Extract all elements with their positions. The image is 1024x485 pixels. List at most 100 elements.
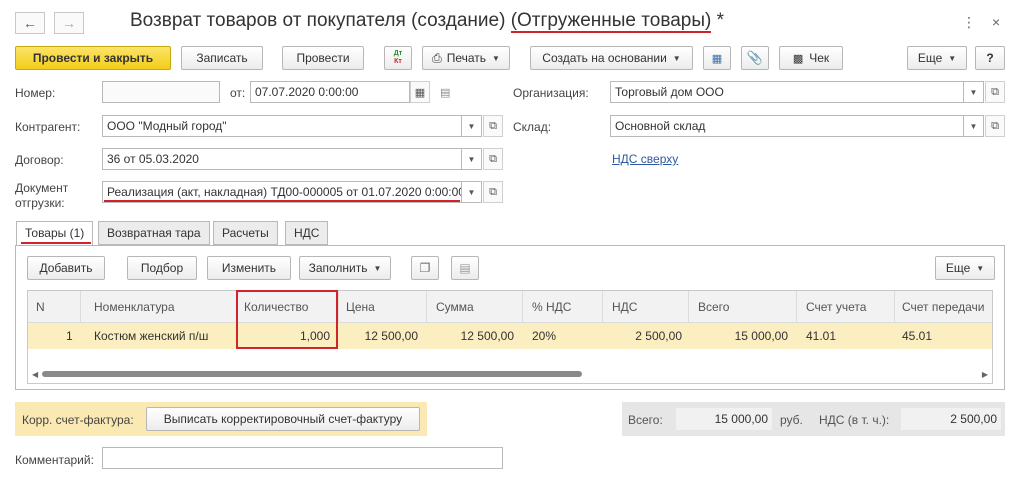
change-button[interactable]: Изменить [207, 256, 291, 280]
chevron-down-icon: ▼ [976, 263, 985, 273]
structure-button[interactable]: ▦ [703, 46, 731, 70]
tab-vat[interactable]: НДС [285, 221, 329, 245]
horizontal-scrollbar[interactable] [42, 371, 582, 377]
cell-sum[interactable]: 12 500,00 [436, 329, 514, 343]
copy-row-button[interactable]: ❐ [411, 256, 439, 280]
hierarchy-icon: ▦ [711, 52, 723, 65]
date-label: от: [230, 86, 246, 100]
number-label: Номер: [15, 86, 56, 100]
save-button[interactable]: Записать [181, 46, 263, 70]
more-button[interactable]: Еще ▼ [907, 46, 967, 70]
currency-label: руб. [780, 413, 803, 427]
tab-goods-underline [21, 242, 91, 244]
cell-transfer-account[interactable]: 45.01 [902, 329, 932, 343]
col-header-vat-rate[interactable]: % НДС [532, 300, 571, 314]
dt-kt-button[interactable]: Дт Кт [384, 46, 412, 70]
open-icon[interactable]: ⧉ [985, 81, 1005, 103]
open-icon[interactable]: ⧉ [483, 115, 503, 137]
close-icon[interactable]: × [992, 14, 1000, 30]
scroll-right-icon[interactable]: ▶ [982, 370, 988, 379]
printer-icon: ⎙ [432, 50, 442, 65]
create-based-on-button[interactable]: Создать на основании ▼ [530, 46, 693, 70]
paperclip-icon: 📎 [746, 50, 764, 65]
col-header-transfer-account[interactable]: Счет передачи [902, 300, 985, 314]
total-label: Всего: [628, 413, 663, 427]
clipboard-icon: ▤ [459, 261, 471, 275]
pick-button[interactable]: Подбор [127, 256, 197, 280]
number-input[interactable] [102, 81, 220, 103]
tab-settlements[interactable]: Расчеты [213, 221, 278, 245]
chevron-down-icon: ▼ [948, 53, 957, 63]
col-header-account[interactable]: Счет учета [806, 300, 866, 314]
col-header-total[interactable]: Всего [698, 300, 729, 314]
open-icon[interactable]: ⧉ [483, 181, 503, 203]
paste-row-button[interactable]: ▤ [451, 256, 479, 280]
cell-n: 1 [66, 329, 73, 343]
vat-on-top-link[interactable]: НДС сверху [612, 152, 678, 166]
counterparty-input[interactable]: ООО "Модный город" [102, 115, 462, 137]
cell-account[interactable]: 41.01 [806, 329, 836, 343]
corr-invoice-label: Корр. счет-фактура: [22, 413, 134, 427]
cell-vat[interactable]: 2 500,00 [612, 329, 682, 343]
col-header-sum[interactable]: Сумма [436, 300, 474, 314]
chevron-down-icon[interactable]: ▼ [462, 148, 482, 170]
contract-label: Договор: [15, 153, 64, 167]
chevron-down-icon[interactable]: ▼ [462, 181, 482, 203]
attach-button[interactable]: 📎 [741, 46, 769, 70]
warehouse-input[interactable]: Основной склад [610, 115, 964, 137]
chevron-down-icon[interactable]: ▼ [462, 115, 482, 137]
page-title: Возврат товаров от покупателя (создание)… [130, 10, 724, 33]
comment-label: Комментарий: [15, 453, 94, 467]
back-arrow-icon[interactable]: ← [15, 12, 45, 34]
contract-input[interactable]: 36 от 05.03.2020 [102, 148, 462, 170]
dt-kt-icon: Дт Кт [393, 50, 403, 65]
organization-input[interactable]: Торговый дом ООО [610, 81, 964, 103]
forward-arrow-icon[interactable]: → [54, 12, 84, 34]
cell-total[interactable]: 15 000,00 [698, 329, 788, 343]
help-button[interactable]: ? [975, 46, 1005, 70]
total-value: 15 000,00 [676, 408, 772, 430]
title-highlight: (Отгруженные товары) [510, 10, 712, 33]
cell-price[interactable]: 12 500,00 [346, 329, 418, 343]
issue-corr-invoice-button[interactable]: Выписать корректировочный счет-фактуру [146, 407, 420, 431]
post-button[interactable]: Провести [282, 46, 364, 70]
open-icon[interactable]: ⧉ [985, 115, 1005, 137]
table-more-button[interactable]: Еще ▼ [935, 256, 995, 280]
open-icon[interactable]: ⧉ [483, 148, 503, 170]
print-button[interactable]: ⎙ Печать ▼ [422, 46, 510, 70]
cell-vat-rate[interactable]: 20% [532, 329, 556, 343]
post-and-close-button[interactable]: Провести и закрыть [15, 46, 171, 70]
chevron-down-icon[interactable]: ▼ [964, 81, 984, 103]
check-button[interactable]: ▩ Чек [779, 46, 843, 70]
comment-input[interactable] [102, 447, 503, 469]
counterparty-label: Контрагент: [15, 120, 81, 134]
vat-included-label: НДС (в т. ч.): [819, 413, 890, 427]
copy-icon: ❐ [419, 261, 431, 275]
notes-icon[interactable]: ▤ [440, 86, 450, 99]
more-vertical-icon[interactable]: ⋮ [962, 14, 976, 31]
tab-returnable-packaging[interactable]: Возвратная тара [98, 221, 210, 245]
col-header-vat[interactable]: НДС [612, 300, 637, 314]
scroll-left-icon[interactable]: ◀ [32, 370, 38, 379]
cash-register-icon: ▩ [792, 52, 804, 65]
add-row-button[interactable]: Добавить [27, 256, 105, 280]
table-row[interactable]: 1 Костюм женский п/ш 1,000 12 500,00 12 … [28, 323, 992, 349]
chevron-down-icon: ▼ [672, 53, 681, 63]
vat-total-value: 2 500,00 [901, 408, 1001, 430]
col-header-nomenclature[interactable]: Номенклатура [94, 300, 175, 314]
shipment-doc-label-line2: отгрузки: [15, 196, 65, 210]
chevron-down-icon: ▼ [492, 53, 500, 63]
shipment-doc-label-line1: Документ [15, 181, 69, 195]
col-header-n[interactable]: N [36, 300, 45, 314]
calendar-icon[interactable]: ▦ [410, 81, 430, 103]
cell-nomenclature[interactable]: Костюм женский п/ш [94, 329, 208, 343]
organization-label: Организация: [513, 86, 589, 100]
date-input[interactable]: 07.07.2020 0:00:00 [250, 81, 410, 103]
chevron-down-icon[interactable]: ▼ [964, 115, 984, 137]
goods-table: N Номенклатура Количество Цена Сумма % Н… [27, 290, 993, 384]
shipment-doc-underline [104, 200, 460, 202]
col-header-price[interactable]: Цена [346, 300, 375, 314]
chevron-down-icon: ▼ [373, 263, 382, 273]
table-header: N Номенклатура Количество Цена Сумма % Н… [28, 291, 992, 323]
fill-button[interactable]: Заполнить ▼ [299, 256, 391, 280]
